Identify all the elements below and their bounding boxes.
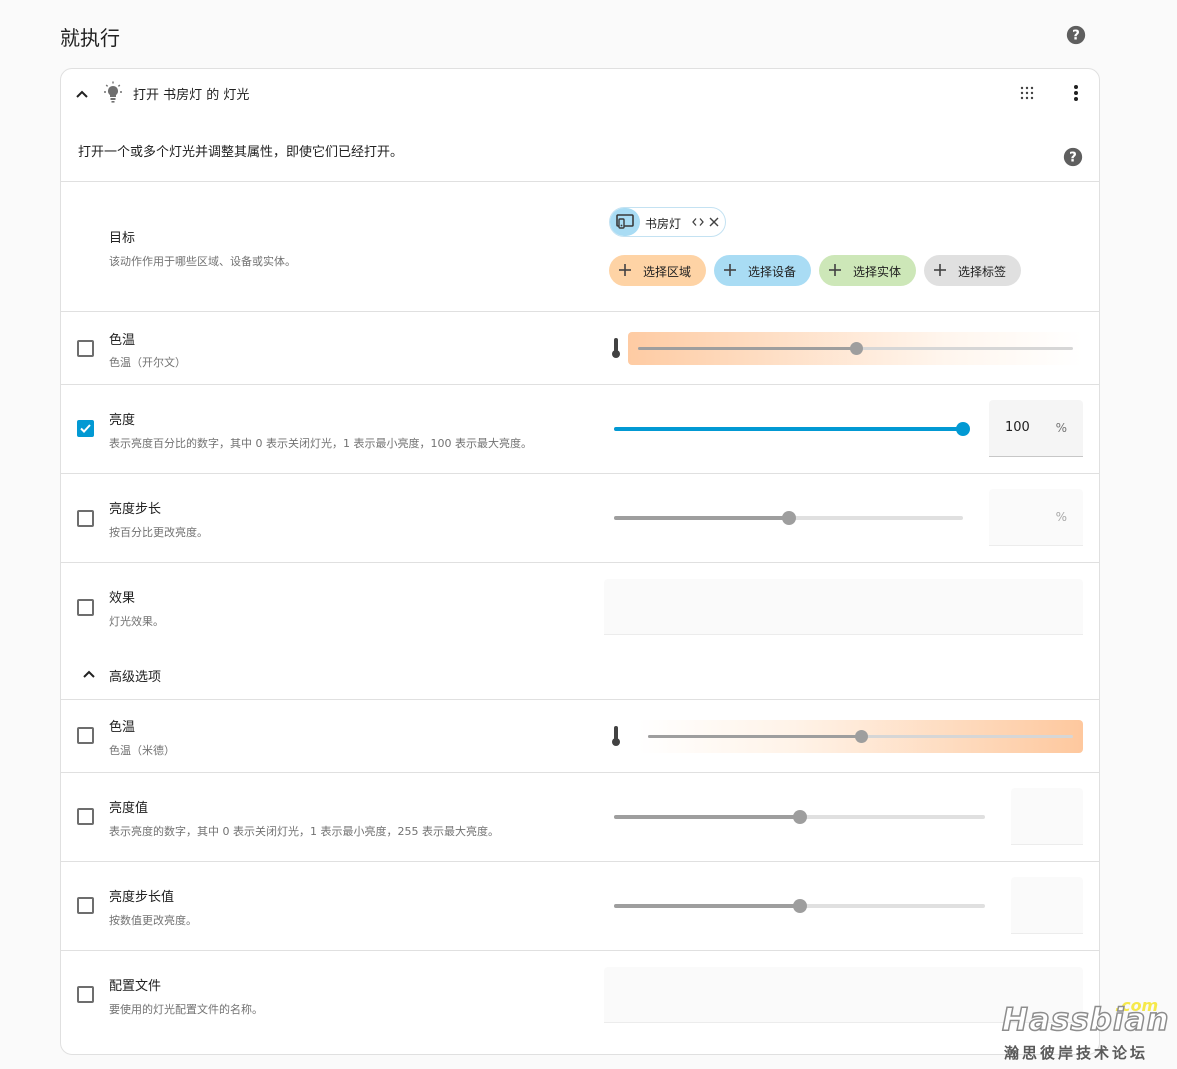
effect-checkbox[interactable] bbox=[77, 599, 94, 616]
brightness-input[interactable] bbox=[1011, 788, 1083, 845]
brightness-step-pct-description: 按百分比更改亮度。 bbox=[109, 526, 208, 539]
color-temp-mired-checkbox[interactable] bbox=[77, 727, 94, 744]
effect-label: 效果 bbox=[109, 591, 136, 606]
choose-device-button[interactable]: 选择设备 bbox=[714, 255, 811, 286]
check-icon bbox=[80, 424, 91, 433]
brightness-description: 表示亮度的数字，其中 0 表示关闭灯光，1 表示最小亮度，255 表示最大亮度。 bbox=[109, 825, 499, 838]
slider-thumb[interactable] bbox=[956, 422, 970, 436]
brightness-step-label: 亮度步长值 bbox=[109, 890, 175, 905]
target-description: 该动作作用于哪些区域、设备或实体。 bbox=[109, 255, 296, 268]
slider-thumb[interactable] bbox=[849, 342, 863, 355]
effect-input[interactable] bbox=[604, 579, 1083, 635]
svg-text:?: ? bbox=[1069, 151, 1077, 166]
target-label: 目标 bbox=[109, 231, 136, 246]
brightness-step-slider[interactable] bbox=[614, 896, 985, 916]
choose-area-button[interactable]: 选择区域 bbox=[609, 255, 706, 286]
slider-thumb[interactable] bbox=[854, 730, 868, 743]
field-row-brightness-step: 亮度步长值 按数值更改亮度。 bbox=[61, 861, 1099, 950]
brightness-pct-description: 表示亮度百分比的数字，其中 0 表示关闭灯光，1 表示最小亮度，100 表示最大… bbox=[109, 437, 532, 450]
brightness-pct-input[interactable]: 100 % bbox=[989, 400, 1083, 457]
help-circle-icon[interactable]: ? bbox=[1066, 25, 1086, 45]
color-temp-kelvin-slider[interactable] bbox=[628, 332, 1083, 365]
close-icon[interactable] bbox=[708, 216, 720, 228]
brightness-step-pct-input[interactable]: % bbox=[989, 489, 1083, 546]
action-card-header[interactable]: 打开 书房灯 的 灯光 bbox=[61, 69, 1099, 119]
brightness-checkbox[interactable] bbox=[77, 808, 94, 825]
brightness-pct-checkbox[interactable] bbox=[77, 420, 94, 437]
brightness-pct-slider[interactable] bbox=[614, 419, 970, 439]
brightness-step-description: 按数值更改亮度。 bbox=[109, 914, 197, 927]
brightness-step-checkbox[interactable] bbox=[77, 897, 94, 914]
action-title: 打开 书房灯 的 灯光 bbox=[133, 88, 250, 103]
hassbian-watermark-logo: .com Hassbian 瀚思彼岸技术论坛 bbox=[1001, 996, 1170, 1062]
plus-icon bbox=[829, 264, 841, 276]
svg-text:?: ? bbox=[1072, 29, 1080, 44]
drag-handle-icon[interactable] bbox=[1019, 85, 1035, 101]
brightness-slider[interactable] bbox=[614, 807, 985, 827]
action-description: 打开一个或多个灯光并调整其属性，即使它们已经打开。 bbox=[78, 145, 404, 160]
brightness-step-pct-checkbox[interactable] bbox=[77, 510, 94, 527]
field-row-effect: 效果 灯光效果。 bbox=[61, 562, 1099, 651]
entity-chip-label: 书房灯 bbox=[645, 217, 682, 231]
chevron-up-icon[interactable] bbox=[75, 87, 89, 101]
slider-thumb[interactable] bbox=[792, 899, 807, 913]
thermometer-icon bbox=[612, 726, 620, 746]
color-temp-kelvin-label: 色温 bbox=[109, 333, 136, 348]
field-row-brightness-step-pct: 亮度步长 按百分比更改亮度。 % bbox=[61, 473, 1099, 562]
field-row-brightness: 亮度值 表示亮度的数字，其中 0 表示关闭灯光，1 表示最小亮度，255 表示最… bbox=[61, 772, 1099, 861]
advanced-options-toggle[interactable]: 高级选项 bbox=[61, 651, 1099, 699]
brightness-pct-label: 亮度 bbox=[109, 413, 136, 428]
target-row: 目标 该动作作用于哪些区域、设备或实体。 书房灯 选择区域 选择设备 选择实体 … bbox=[61, 181, 1099, 311]
brightness-step-pct-label: 亮度步长 bbox=[109, 502, 162, 517]
effect-description: 灯光效果。 bbox=[109, 615, 164, 628]
lightbulb-icon bbox=[104, 81, 122, 103]
color-temp-kelvin-checkbox[interactable] bbox=[77, 340, 94, 357]
field-row-brightness-pct: 亮度 表示亮度百分比的数字，其中 0 表示关闭灯光，1 表示最小亮度，100 表… bbox=[61, 384, 1099, 473]
field-row-profile: 配置文件 要使用的灯光配置文件的名称。 bbox=[61, 950, 1099, 1054]
color-temp-mired-description: 色温（米德） bbox=[109, 744, 175, 757]
advanced-options-label: 高级选项 bbox=[109, 670, 162, 685]
color-temp-mired-slider[interactable] bbox=[638, 720, 1083, 753]
slider-thumb[interactable] bbox=[781, 511, 796, 525]
action-card: 打开 书房灯 的 灯光 打开一个或多个灯光并调整其属性，即使它们已经打开。 ? … bbox=[60, 68, 1100, 1055]
profile-description: 要使用的灯光配置文件的名称。 bbox=[109, 1003, 263, 1016]
more-vertical-icon[interactable] bbox=[1066, 83, 1086, 103]
devices-icon bbox=[616, 214, 634, 229]
plus-icon bbox=[724, 264, 736, 276]
choose-label-button[interactable]: 选择标签 bbox=[924, 255, 1021, 286]
slider-thumb[interactable] bbox=[792, 810, 807, 824]
color-temp-kelvin-description: 色温（开尔文） bbox=[109, 356, 186, 369]
thermometer-icon bbox=[612, 338, 620, 358]
plus-icon bbox=[934, 264, 946, 276]
choose-entity-button[interactable]: 选择实体 bbox=[819, 255, 916, 286]
profile-checkbox[interactable] bbox=[77, 986, 94, 1003]
brightness-step-input[interactable] bbox=[1011, 877, 1083, 934]
chevron-up-icon[interactable] bbox=[82, 667, 96, 681]
plus-icon bbox=[619, 264, 631, 276]
profile-label: 配置文件 bbox=[109, 979, 162, 994]
expand-code-icon[interactable] bbox=[692, 216, 704, 228]
brightness-label: 亮度值 bbox=[109, 801, 149, 816]
help-circle-icon[interactable]: ? bbox=[1063, 147, 1083, 167]
field-row-color-temp-mired: 色温 色温（米德） bbox=[61, 699, 1099, 772]
color-temp-mired-label: 色温 bbox=[109, 720, 136, 735]
brightness-step-pct-slider[interactable] bbox=[614, 508, 963, 528]
entity-chip[interactable]: 书房灯 bbox=[609, 207, 726, 237]
field-row-color-temp-kelvin: 色温 色温（开尔文） bbox=[61, 311, 1099, 384]
section-title: 就执行 bbox=[60, 26, 120, 50]
